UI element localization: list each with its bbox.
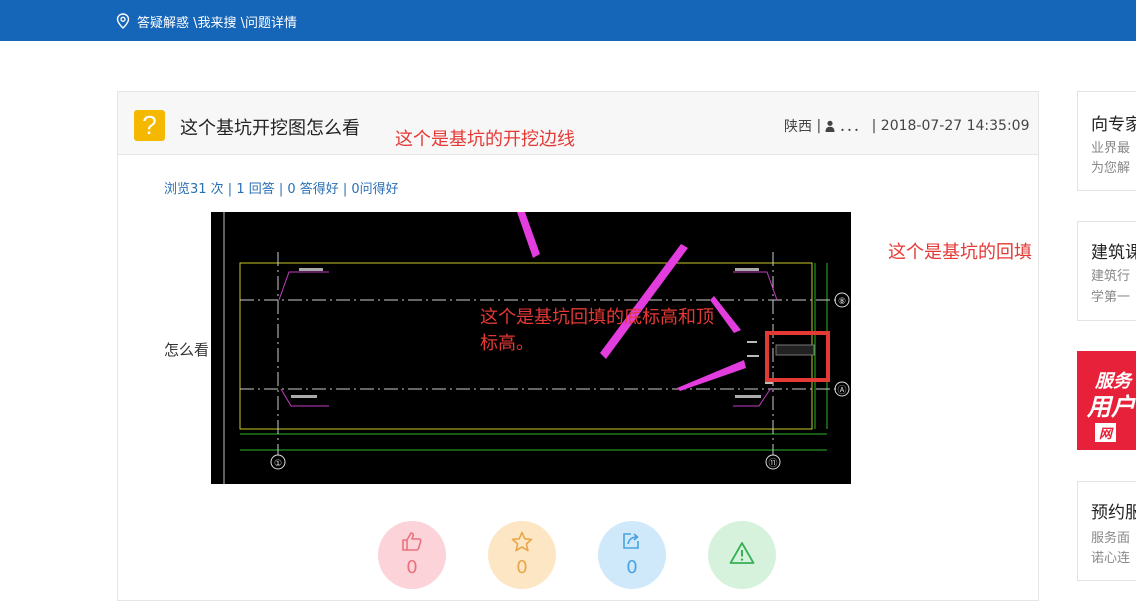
star-icon <box>511 531 533 552</box>
post-datetime: 2018-07-27 14:35:09 <box>880 118 1030 134</box>
sidebar-card-desc: 学第一 <box>1091 290 1131 305</box>
annotation-excavation-edge: 这个是基坑的开挖边线 <box>395 129 575 150</box>
annotation-backfill: 这个是基坑的回填 <box>888 242 1032 263</box>
axis-label: ① <box>274 459 282 469</box>
sidebar-card-title: 建筑课 <box>1091 243 1136 263</box>
sidebar-card-desc: 诺心连 <box>1091 551 1131 566</box>
axis-label: ⑧ <box>838 297 846 307</box>
sidebar-card-title: 预约服 <box>1091 503 1136 523</box>
question-mark-icon: ? <box>134 110 165 141</box>
axis-label: ⑪ <box>768 458 777 469</box>
breadcrumb-text[interactable]: 答疑解惑 \我来搜 \问题详情 <box>137 12 297 31</box>
user-icon <box>825 120 835 132</box>
share-count: 0 <box>626 557 638 578</box>
warning-icon <box>729 542 755 564</box>
share-button[interactable]: 0 <box>598 521 666 589</box>
like-count: 0 <box>406 557 418 578</box>
favorite-count: 0 <box>516 557 528 578</box>
ad-text: 用户 <box>1087 393 1135 421</box>
share-icon <box>623 533 639 549</box>
question-stats: 浏览31 次 | 1 回答 | 0 答得好 | 0问得好 <box>164 182 399 197</box>
sidebar-card-desc: 服务面 <box>1091 531 1131 546</box>
question-title: 这个基坑开挖图怎么看 <box>180 118 360 139</box>
thumbs-up-icon <box>402 532 422 551</box>
question-meta: 陕西 | ．．． | 2018-07-27 14:35:09 <box>784 116 1030 136</box>
location-pin-icon <box>116 13 130 29</box>
favorite-button[interactable]: 0 <box>488 521 556 589</box>
sidebar-card-expert[interactable]: 向专家 业界最 为您解 <box>1077 91 1136 191</box>
sidebar-card-course[interactable]: 建筑课 建筑行 学第一 <box>1077 221 1136 321</box>
location-text: 陕西 <box>784 119 812 135</box>
sidebar-card-desc: 业界最 <box>1091 141 1131 156</box>
annotation-backfill-elevation: 这个是基坑回填的底标高和顶标高。 <box>480 307 714 354</box>
sidebar-card-title: 向专家 <box>1091 115 1136 135</box>
sidebar-card-booking[interactable]: 预约服 服务面 诺心连 <box>1077 481 1136 581</box>
top-navbar: 答疑解惑 \我来搜 \问题详情 <box>0 0 1136 41</box>
like-button[interactable]: 0 <box>378 521 446 589</box>
sidebar-card-desc: 建筑行 <box>1091 269 1131 284</box>
ad-text: 网 <box>1095 423 1117 442</box>
axis-label: Ⓐ <box>837 385 846 396</box>
sidebar-ad-banner[interactable]: 服务 用户 网 <box>1077 351 1136 450</box>
question-header: ? 这个基坑开挖图怎么看 陕西 | ．．． | 2018-07-27 14:35… <box>118 92 1038 155</box>
breadcrumb: 答疑解惑 \我来搜 \问题详情 <box>116 12 297 31</box>
report-button[interactable] <box>708 521 776 589</box>
sidebar-card-desc: 为您解 <box>1091 161 1131 176</box>
question-body: 怎么看 <box>164 341 210 359</box>
username[interactable]: ．．． <box>839 116 867 136</box>
